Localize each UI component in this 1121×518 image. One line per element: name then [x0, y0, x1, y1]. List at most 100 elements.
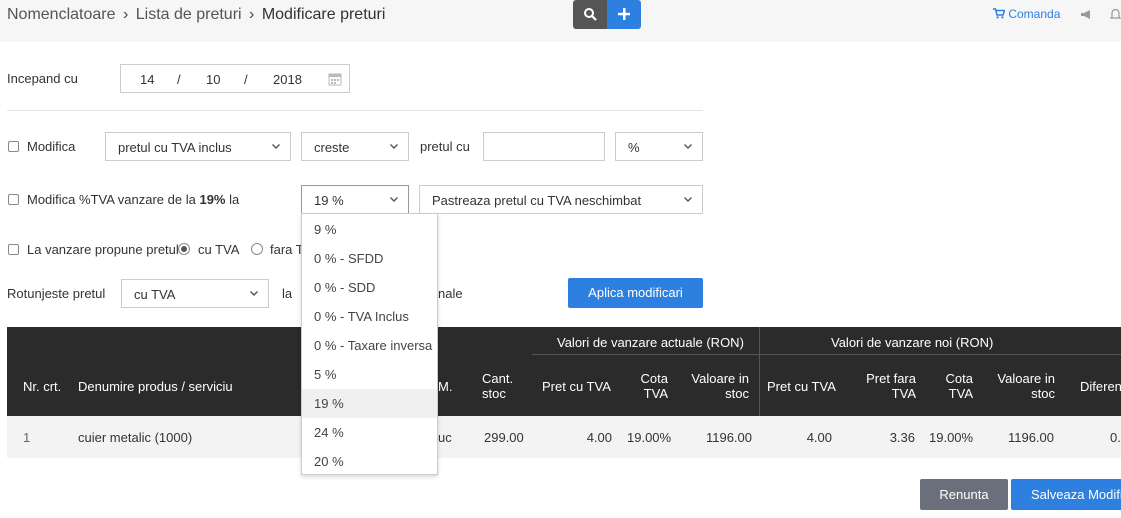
- round-to-label: la: [282, 286, 293, 301]
- bell-icon[interactable]: [1109, 8, 1121, 23]
- new-vat-value: 19 %: [314, 193, 344, 208]
- vat-option[interactable]: 0 % - TVA Inclus: [302, 302, 437, 331]
- direction-select[interactable]: creste: [301, 132, 409, 161]
- round-select[interactable]: cu TVA: [121, 279, 269, 308]
- breadcrumb-nomenclatoare[interactable]: Nomenclatoare: [7, 6, 116, 23]
- vat-option[interactable]: 5 %: [302, 360, 437, 389]
- table-header: Valori de vanzare actuale (RON) Valori d…: [7, 327, 1121, 416]
- col-cur-value-header: Valoare in stoc: [679, 371, 749, 401]
- col-new-vat-line2: TVA: [948, 386, 973, 401]
- col-new-net-line2: TVA: [891, 386, 916, 401]
- direction-value: creste: [314, 140, 350, 155]
- col-new-value-line2: stoc: [1031, 386, 1055, 401]
- col-um-header: M.: [438, 379, 453, 394]
- chevron-down-icon: [250, 291, 258, 296]
- date-day[interactable]: 14: [140, 72, 154, 87]
- vat-option-highlighted[interactable]: 19 %: [302, 389, 437, 418]
- col-new-price-header: Pret cu TVA: [767, 379, 836, 394]
- vat-policy-value: Pastreaza pretul cu TVA neschimbat: [432, 193, 642, 208]
- cell-new-vat: 19.00%: [929, 430, 974, 445]
- col-new-net-line1: Pret fara: [866, 371, 916, 386]
- price-type-value: pretul cu TVA inclus: [118, 140, 232, 155]
- cell-new-value: 1196.00: [1007, 430, 1054, 445]
- vat-policy-select[interactable]: Pastreaza pretul cu TVA neschimbat: [419, 185, 703, 214]
- cell-diff: 0.: [1110, 430, 1121, 445]
- col-diff-header: Diferen: [1080, 379, 1121, 394]
- modify-checkbox[interactable]: [8, 141, 19, 152]
- cell-cur-price: 4.00: [586, 430, 612, 445]
- megaphone-icon[interactable]: [1080, 8, 1092, 23]
- col-cur-value-line2: stoc: [725, 386, 749, 401]
- header-divider: [759, 327, 760, 416]
- cell-qty: 299.00: [484, 430, 524, 445]
- vat-option[interactable]: 24 %: [302, 418, 437, 447]
- vat-option[interactable]: 0 % - SDD: [302, 273, 437, 302]
- date-year[interactable]: 2018: [273, 72, 302, 87]
- cell-new-price: 4.00: [806, 430, 832, 445]
- search-icon: [584, 8, 597, 21]
- propose-checkbox[interactable]: [8, 244, 19, 255]
- date-separator: /: [244, 72, 248, 87]
- price-type-select[interactable]: pretul cu TVA inclus: [105, 132, 291, 161]
- vat-option[interactable]: 0 % - SFDD: [302, 244, 437, 273]
- add-button[interactable]: [607, 0, 641, 29]
- chevron-down-icon: [684, 144, 692, 149]
- current-vat: 19%: [199, 192, 226, 207]
- unit-select[interactable]: %: [615, 132, 703, 161]
- start-date-label: Incepand cu: [7, 71, 78, 86]
- plus-icon: [618, 8, 630, 20]
- col-new-value-line1: Valoare in: [997, 371, 1055, 386]
- unit-value: %: [628, 140, 640, 155]
- propose-label: La vanzare propune pretul: [27, 242, 179, 257]
- col-qty-line2: stoc: [482, 386, 506, 401]
- table-row[interactable]: 1 cuier metalic (1000) uc 299.00 4.00 19…: [7, 416, 1121, 458]
- search-button[interactable]: [573, 0, 607, 29]
- amount-input[interactable]: [483, 132, 605, 161]
- calendar-icon[interactable]: [328, 72, 342, 86]
- apply-button[interactable]: Aplica modificari: [568, 278, 703, 308]
- comanda-label: Comanda: [1008, 7, 1061, 21]
- start-date-input[interactable]: 14 / 10 / 2018: [120, 64, 350, 93]
- comanda-link[interactable]: Comanda: [993, 7, 1060, 21]
- with-vat-label: cu TVA: [198, 242, 240, 257]
- vat-option[interactable]: 20 %: [302, 447, 437, 476]
- cell-new-net: 3.36: [889, 430, 915, 445]
- round-suffix-label: nale: [438, 286, 463, 301]
- col-cur-value-line1: Valoare in: [691, 371, 749, 386]
- vat-checkbox[interactable]: [8, 194, 19, 205]
- col-new-net-header: Pret fara TVA: [853, 371, 916, 401]
- round-value: cu TVA: [134, 287, 176, 302]
- col-new-vat-line1: Cota: [945, 371, 973, 386]
- page-title: Modificare preturi: [261, 6, 386, 23]
- vat-option[interactable]: 0 % - Taxare inversa: [302, 331, 437, 360]
- col-new-vat-header: Cota TVA: [927, 371, 973, 401]
- radio-without-vat[interactable]: [251, 243, 263, 255]
- cell-cur-value: 1196.00: [705, 430, 752, 445]
- without-vat-label: fara T: [270, 242, 304, 257]
- vat-label-suffix: la: [229, 192, 240, 207]
- breadcrumb-lista-preturi[interactable]: Lista de preturi: [136, 6, 242, 23]
- chevron-down-icon: [390, 144, 398, 149]
- vat-option[interactable]: 9 %: [302, 215, 437, 244]
- cell-cur-vat: 19.00%: [627, 430, 672, 445]
- col-name-header: Denumire produs / serviciu: [78, 379, 233, 394]
- col-qty-line1: Cant.: [482, 371, 514, 386]
- cart-icon: [993, 8, 1006, 19]
- save-button[interactable]: Salveaza Modific: [1011, 479, 1121, 510]
- chevron-down-icon: [390, 197, 398, 202]
- group-new-header: Valori de vanzare noi (RON): [831, 335, 994, 350]
- col-cur-vat-header: Cota TVA: [622, 371, 668, 401]
- by-label: pretul cu: [420, 139, 470, 154]
- col-cur-vat-line2: TVA: [643, 386, 668, 401]
- header-divider: [532, 354, 1121, 355]
- col-cur-price-header: Pret cu TVA: [542, 379, 611, 394]
- cell-um: uc: [438, 430, 452, 445]
- chevron-down-icon: [684, 197, 692, 202]
- radio-with-vat[interactable]: [178, 243, 190, 255]
- date-month[interactable]: 10: [206, 72, 220, 87]
- cancel-button[interactable]: Renunta: [920, 479, 1008, 510]
- col-new-value-header: Valoare in stoc: [985, 371, 1055, 401]
- cell-nr: 1: [23, 430, 31, 445]
- breadcrumb: Nomenclatoare › Lista de preturi › Modif…: [7, 6, 385, 24]
- new-vat-select[interactable]: 19 %: [301, 185, 409, 214]
